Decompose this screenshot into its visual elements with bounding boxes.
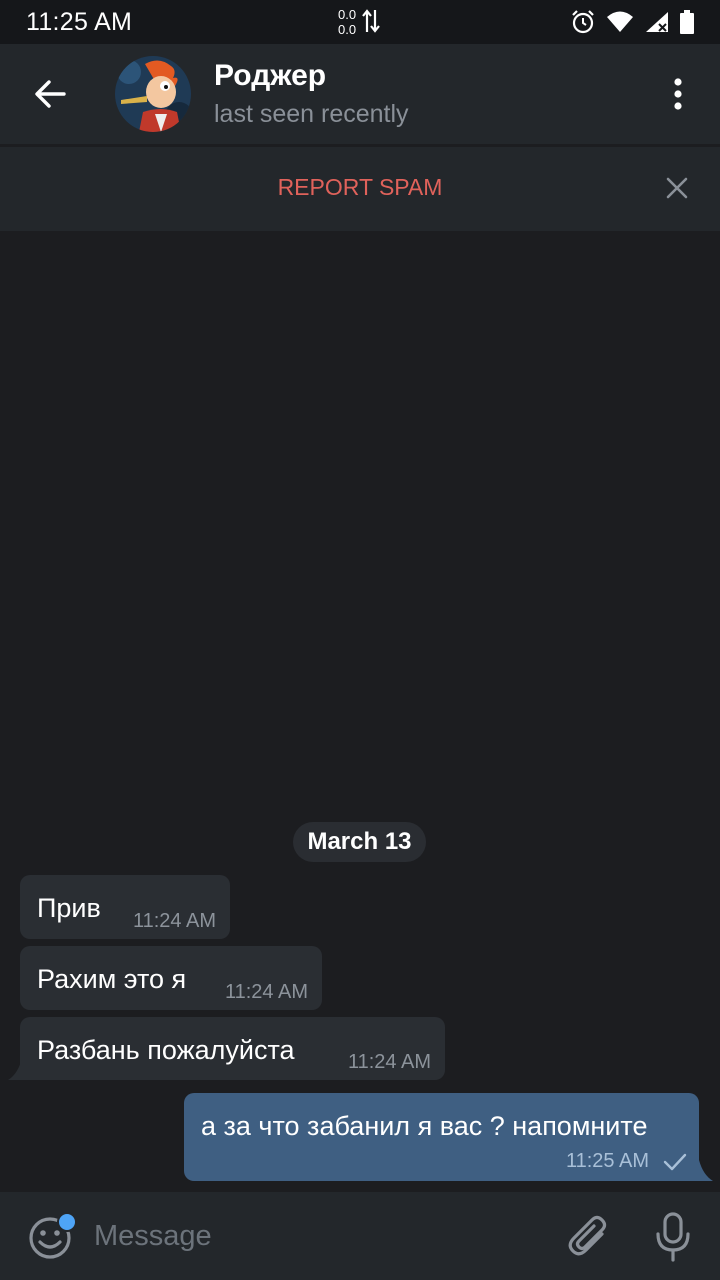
battery-icon	[680, 10, 694, 34]
message-input[interactable]	[94, 1212, 534, 1260]
message-text: Рахим это я	[37, 964, 187, 994]
signal-icon	[646, 12, 668, 32]
avatar[interactable]	[115, 56, 191, 132]
status-bar: 11:25 AM 0.0 0.0	[0, 0, 720, 44]
alarm-icon	[572, 10, 594, 34]
incoming-message[interactable]: Разбань пожалуйста 11:24 AM	[20, 1017, 445, 1080]
close-icon	[666, 177, 688, 199]
outgoing-bubble-tail	[699, 1160, 713, 1181]
back-arrow-icon	[35, 80, 66, 108]
net-down-value: 0.0	[338, 22, 357, 37]
more-vertical-icon	[674, 78, 682, 110]
avatar-image	[115, 56, 191, 132]
message-time: 11:24 AM	[347, 1051, 431, 1073]
outgoing-message[interactable]: а за что забанил я вас ? напомните 11:25…	[184, 1093, 699, 1181]
message-text: а за что забанил я вас ? напомните	[201, 1111, 648, 1141]
chat-screen: 11:25 AM 0.0 0.0 Роджер last seen recent…	[0, 0, 720, 1280]
microphone-icon	[656, 1212, 690, 1262]
message-time: 11:25 AM	[565, 1150, 649, 1172]
close-spam-bar-button[interactable]	[660, 171, 694, 205]
status-time: 11:25 AM	[26, 8, 133, 36]
new-stickers-indicator	[57, 1212, 77, 1232]
status-icons	[570, 9, 694, 35]
message-text: Прив	[37, 893, 101, 923]
back-button[interactable]	[22, 66, 78, 122]
incoming-message[interactable]: Прив 11:24 AM	[20, 875, 230, 939]
contact-status: last seen recently	[214, 100, 409, 128]
data-arrows-icon	[362, 9, 380, 33]
voice-message-button[interactable]	[650, 1210, 696, 1264]
incoming-message[interactable]: Рахим это я 11:24 AM	[20, 946, 322, 1010]
check-icon	[663, 1153, 687, 1171]
message-input-bar	[0, 1192, 720, 1280]
message-text: Разбань пожалуйста	[37, 1035, 295, 1065]
message-time: 11:24 AM	[224, 981, 308, 1003]
message-time: 11:24 AM	[132, 910, 216, 932]
report-spam-button[interactable]: REPORT SPAM	[0, 174, 720, 201]
attach-button[interactable]	[566, 1214, 614, 1262]
incoming-bubble-tail	[8, 1058, 22, 1080]
network-speed: 0.0 0.0	[338, 7, 356, 37]
report-spam-bar: REPORT SPAM	[0, 147, 720, 231]
attach-icon	[568, 1215, 607, 1256]
contact-name[interactable]: Роджер	[214, 59, 326, 93]
date-separator: March 13	[293, 822, 426, 862]
wifi-icon	[607, 11, 633, 32]
net-up-value: 0.0	[338, 7, 357, 22]
more-options-button[interactable]	[658, 70, 698, 118]
chat-header: Роджер last seen recently	[0, 44, 720, 144]
